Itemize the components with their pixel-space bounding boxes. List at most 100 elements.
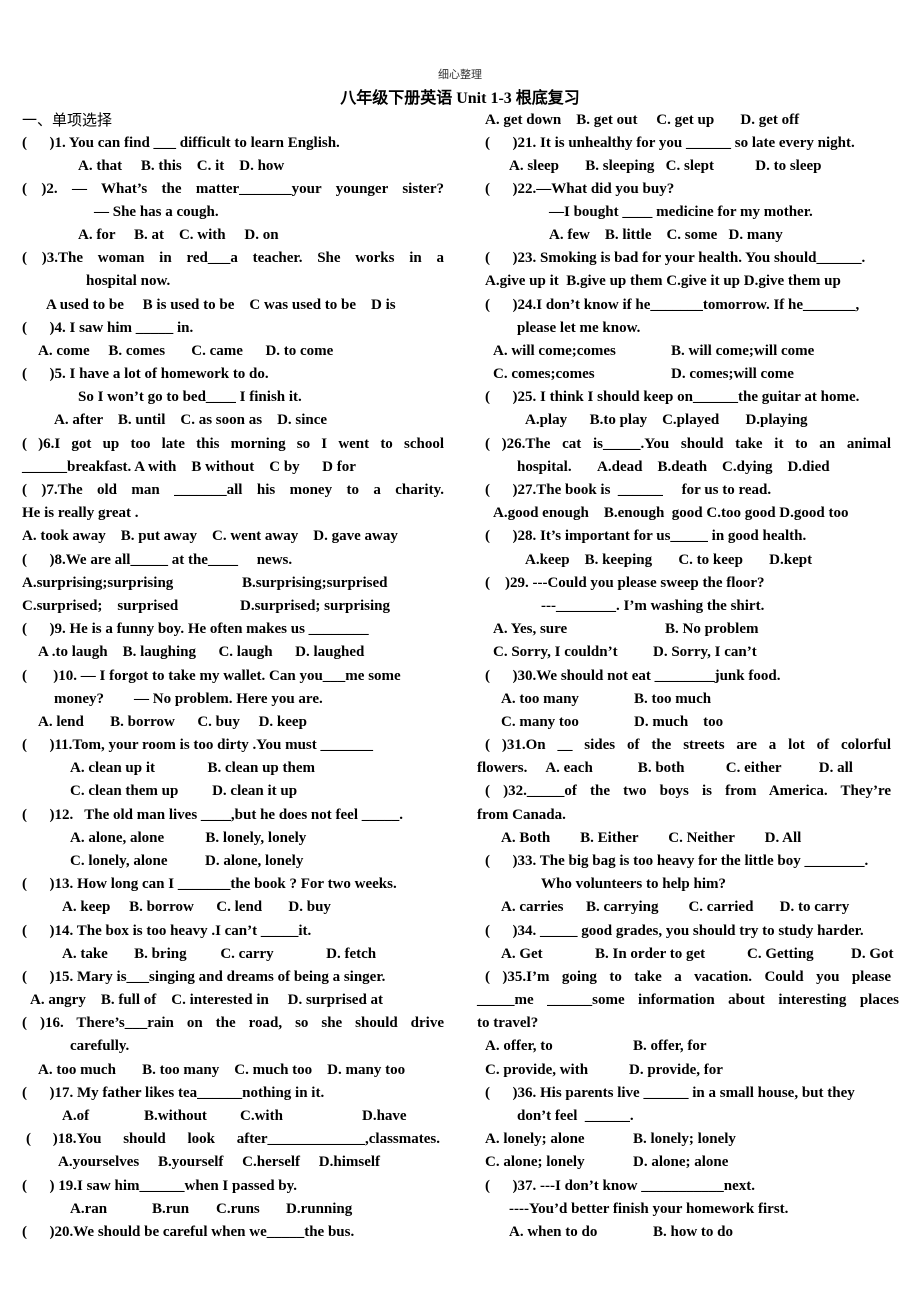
question-line: A. too much B. too many C. much too D. m… xyxy=(38,1062,406,1078)
question-line: C. lonely, alone D. alone, lonely xyxy=(70,853,304,869)
question-line: A. too many xyxy=(501,691,579,707)
worksheet-page: 细心整理 八年级下册英语 Unit 1-3 根底复习 一、单项选择 ( )1. … xyxy=(0,0,920,1302)
question-line: ( )33. The big bag is too heavy for the … xyxy=(485,853,869,869)
question-line: ( )30.We should not eat ________junk foo… xyxy=(485,668,781,684)
question-line: ( )28. It’s important for us_____ in goo… xyxy=(485,528,807,544)
question-line: B. lonely; lonely xyxy=(633,1131,736,1147)
question-line: Who volunteers to help him? xyxy=(541,876,727,892)
question-line: hospital. A.dead B.death C.dying D.died xyxy=(517,459,830,475)
question-line: He is really great . xyxy=(22,505,139,521)
question-line: C.surprised; surprised xyxy=(22,598,179,614)
question-line: C. provide, with xyxy=(485,1062,589,1078)
question-line: ______breakfast. A with B without C by D… xyxy=(22,459,356,475)
question-line: ( )31.On __ sides of the streets are a l… xyxy=(485,737,891,753)
question-line: A.of xyxy=(62,1108,90,1124)
question-line: C. many too xyxy=(501,714,579,730)
question-line: ( )18.You should look after_____________… xyxy=(26,1131,440,1147)
question-line: ( )26.The cat is_____.You should take it… xyxy=(485,436,891,452)
question-line: A.ran xyxy=(70,1201,108,1217)
question-line: A. that B. this C. it D. how xyxy=(78,158,285,174)
question-line: A .to laugh B. laughing C. laugh D. laug… xyxy=(38,644,365,660)
question-line: D. comes;will come xyxy=(671,366,794,382)
question-line: A.keep B. keeping C. to keep D.kept xyxy=(525,552,813,568)
question-line: C. comes;comes xyxy=(493,366,595,382)
question-line: ( )3.The woman in red___a teacher. She w… xyxy=(22,250,444,266)
question-line: to travel? xyxy=(477,1015,539,1031)
question-line: A. get down B. get out C. get up D. get … xyxy=(485,112,800,128)
question-line: B.run xyxy=(152,1201,190,1217)
question-line: ( )7.The old man _______all his money to… xyxy=(22,482,444,498)
question-line: carefully. xyxy=(70,1038,130,1054)
question-line: A.good enough B.enough good C.too good D… xyxy=(493,505,849,521)
question-line: don’t feel ______. xyxy=(517,1108,634,1124)
question-line: C.runs xyxy=(216,1201,260,1217)
question-line: ( )36. His parents live ______ in a smal… xyxy=(485,1085,855,1101)
question-line: A. alone, alone B. lonely, lonely xyxy=(70,830,307,846)
question-line: — She has a cough. xyxy=(94,204,219,220)
question-line: ( ) 19.I saw him______when I passed by. xyxy=(22,1178,298,1194)
question-line: C. Sorry, I couldn’t xyxy=(493,644,618,660)
question-line: A. Yes, sure xyxy=(493,621,568,637)
question-line: A. took away B. put away C. went away D.… xyxy=(22,528,398,544)
question-line: ----You’d better finish your homework fi… xyxy=(509,1201,789,1217)
question-line: ( )21. It is unhealthy for you ______ so… xyxy=(485,135,855,151)
question-line: ( )29. ---Could you please sweep the flo… xyxy=(485,575,765,591)
question-line: A. lend B. borrow C. buy D. keep xyxy=(38,714,307,730)
question-line: A. keep B. borrow C. lend D. buy xyxy=(62,899,331,915)
question-line: ( )4. I saw him _____ in. xyxy=(22,320,194,336)
question-line: A. carries B. carrying C. carried D. to … xyxy=(501,899,850,915)
question-line: ( )25. I think I should keep on______the… xyxy=(485,389,860,405)
question-line: ( )1. You can find ___ difficult to lear… xyxy=(22,135,340,151)
question-line: A.surprising;surprising xyxy=(22,575,174,591)
question-line: ( )8.We are all_____ at the____ news. xyxy=(22,552,293,568)
question-line: ( )6.I got up too late this morning so I… xyxy=(22,436,444,452)
question-line: D. provide, for xyxy=(629,1062,723,1078)
question-line: ( )20.We should be careful when we_____t… xyxy=(22,1224,355,1240)
question-line: B. too much xyxy=(634,691,712,707)
question-line: ---________. I’m washing the shirt. xyxy=(541,598,765,614)
question-line: D. Sorry, I can’t xyxy=(653,644,757,660)
question-line: ( )27.The book is ______ for us to read. xyxy=(485,482,772,498)
question-line: D.running xyxy=(286,1201,353,1217)
question-line: C. alone; lonely xyxy=(485,1154,585,1170)
question-line: ( )24.I don’t know if he_______tomorrow.… xyxy=(485,297,860,313)
question-line: D. Got xyxy=(851,946,894,962)
question-line: hospital now. xyxy=(86,273,171,289)
question-line: ( )9. He is a funny boy. He often makes … xyxy=(22,621,369,637)
question-line: C. clean them up D. clean it up xyxy=(70,783,298,799)
question-line: C.with xyxy=(240,1108,283,1124)
question-line: A.give up it B.give up them C.give it up… xyxy=(485,273,841,289)
question-line: ( )32._____of the two boys is from Ameri… xyxy=(485,783,891,799)
question-line: B. offer, for xyxy=(633,1038,707,1054)
question-line: ( )17. My father likes tea______nothing … xyxy=(22,1085,325,1101)
question-line: A. for B. at C. with D. on xyxy=(78,227,279,243)
question-line: D. much too xyxy=(634,714,724,730)
question-line: A. lonely; alone xyxy=(485,1131,585,1147)
question-line: B.without xyxy=(144,1108,207,1124)
question-line: ( )2. — What’s the matter_______your you… xyxy=(22,181,444,197)
question-line: ( )37. ---I don’t know ___________next. xyxy=(485,1178,755,1194)
question-line: D. alone; alone xyxy=(633,1154,729,1170)
question-line: B. will come;will come xyxy=(671,343,815,359)
question-line: ( )16. There’s___rain on the road, so sh… xyxy=(22,1015,444,1031)
question-line: A. Get xyxy=(501,946,543,962)
question-line: A used to be B is used to be C was used … xyxy=(46,297,396,313)
question-line: —I bought ____ medicine for my mother. xyxy=(549,204,813,220)
section-title: 一、单项选择 xyxy=(22,111,113,129)
question-line: A. after B. until C. as soon as D. since xyxy=(54,412,328,428)
question-line: from Canada. xyxy=(477,807,566,823)
question-line: ( )34. _____ good grades, you should try… xyxy=(485,923,864,939)
question-line: A. sleep B. sleeping C. slept D. to slee… xyxy=(509,158,822,174)
question-line: money? — No problem. Here you are. xyxy=(54,691,323,707)
question-line: ( )35.I’m going to take a vacation. Coul… xyxy=(485,969,891,985)
question-line: D.surprised; surprising xyxy=(240,598,391,614)
question-line: ( )22.—What did you buy? xyxy=(485,181,675,197)
page-title: 八年级下册英语 Unit 1-3 根底复习 xyxy=(340,90,580,107)
question-line: B. No problem xyxy=(665,621,759,637)
question-line: A. offer, to xyxy=(485,1038,553,1054)
question-line: A.play B.to play C.played D.playing xyxy=(525,412,808,428)
question-line: please let me know. xyxy=(517,320,641,336)
question-line: A. come B. comes C. came D. to come xyxy=(38,343,334,359)
question-line: ( )11.Tom, your room is too dirty .You m… xyxy=(22,737,373,753)
question-line: A. clean up it B. clean up them xyxy=(70,760,316,776)
